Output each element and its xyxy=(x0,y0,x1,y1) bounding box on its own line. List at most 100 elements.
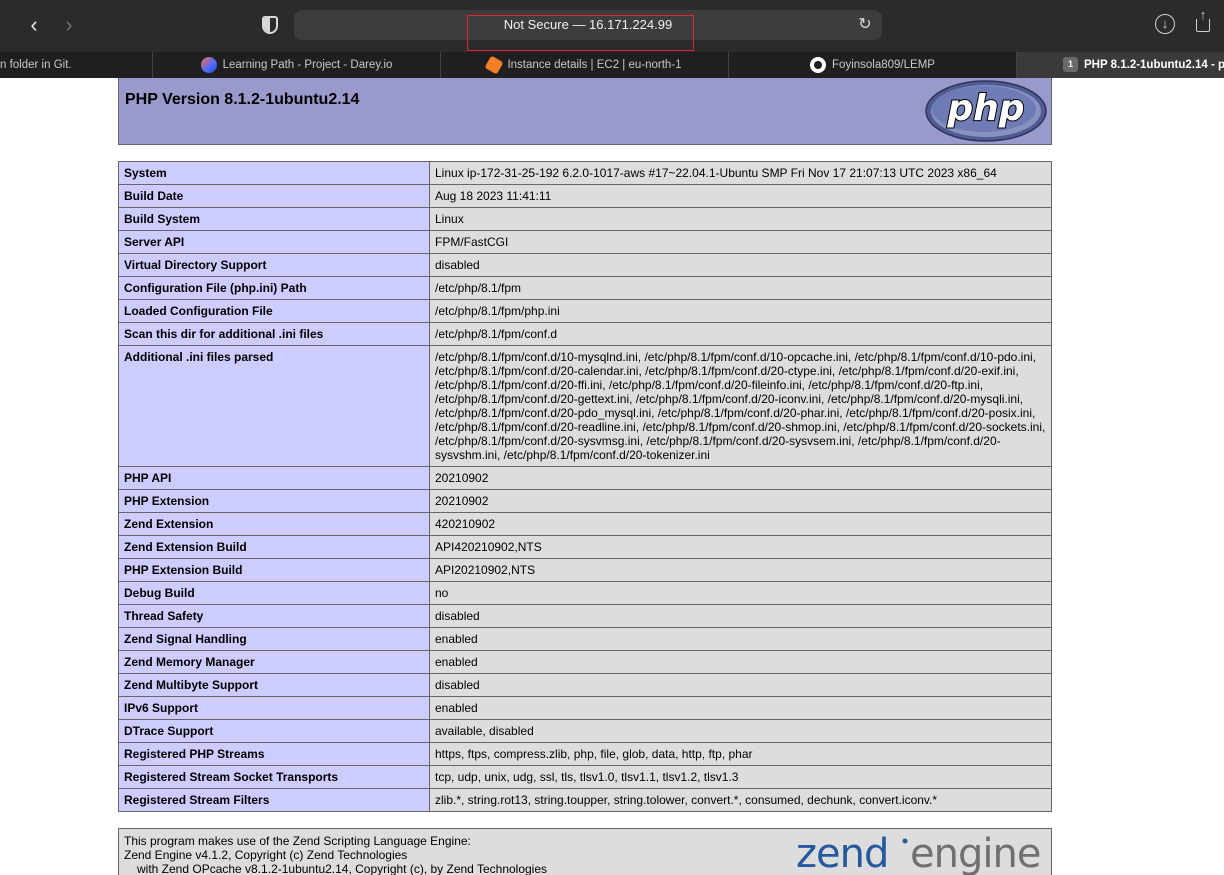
row-value: tcp, udp, unix, udg, ssl, tls, tlsv1.0, … xyxy=(429,765,1052,789)
row-key: Zend Signal Handling xyxy=(118,627,430,651)
row-key: Virtual Directory Support xyxy=(118,253,430,277)
row-value: disabled xyxy=(429,604,1052,628)
shield-icon[interactable] xyxy=(262,16,278,34)
row-key: Configuration File (php.ini) Path xyxy=(118,276,430,300)
row-value: enabled xyxy=(429,696,1052,720)
table-row: PHP Extension Build API20210902,NTS xyxy=(118,558,1052,582)
row-key: Zend Multibyte Support xyxy=(118,673,430,697)
share-icon[interactable]: ↑ xyxy=(1194,8,1212,34)
table-row: IPv6 Support enabled xyxy=(118,696,1052,720)
table-row: DTrace Support available, disabled xyxy=(118,719,1052,743)
tab-strip: n folder in Git. Learning Path - Project… xyxy=(0,52,1224,78)
table-row: Thread Safety disabled xyxy=(118,604,1052,628)
row-key: Debug Build xyxy=(118,581,430,605)
row-key: PHP API xyxy=(118,466,430,490)
php-logo[interactable]: php xyxy=(925,80,1047,142)
tab-git-folder[interactable]: n folder in Git. xyxy=(0,52,152,78)
row-value: API20210902,NTS xyxy=(429,558,1052,582)
row-key: Scan this dir for additional .ini files xyxy=(118,322,430,346)
table-row: System Linux ip-172-31-25-192 6.2.0-1017-… xyxy=(118,161,1052,185)
row-value: Aug 18 2023 11:41:11 xyxy=(429,184,1052,208)
zend-logo-dot xyxy=(902,838,908,844)
zend-credit-line: This program makes use of the Zend Scrip… xyxy=(124,834,471,848)
tab-title: Foyinsola809/LEMP xyxy=(832,59,935,71)
row-key: Zend Memory Manager xyxy=(118,650,430,674)
row-key: Registered PHP Streams xyxy=(118,742,430,766)
tab-title: n folder in Git. xyxy=(0,59,72,71)
tab-title: Instance details | EC2 | eu-north-1 xyxy=(507,59,682,71)
table-row: Zend Multibyte Support disabled xyxy=(118,673,1052,697)
tab-github-lemp[interactable]: Foyinsola809/LEMP xyxy=(728,52,1016,78)
row-key: Registered Stream Socket Transports xyxy=(118,765,430,789)
row-value: zlib.*, string.rot13, string.toupper, st… xyxy=(429,788,1052,812)
phpinfo-table: System Linux ip-172-31-25-192 6.2.0-1017-… xyxy=(118,161,1052,812)
table-row: Zend Extension 420210902 xyxy=(118,512,1052,536)
github-favicon-icon xyxy=(810,57,827,73)
reload-icon[interactable]: ↻ xyxy=(857,15,873,35)
download-icon[interactable]: ↓ xyxy=(1155,14,1175,34)
row-value: /etc/php/8.1/fpm/conf.d xyxy=(429,322,1052,346)
tab-title: PHP 8.1.2-1ubuntu2.14 - phpinfo() xyxy=(1084,59,1224,71)
zend-logo-word: engine xyxy=(910,831,1040,875)
table-row: Build Date Aug 18 2023 11:41:11 xyxy=(118,184,1052,208)
tab-ec2-instance-details[interactable]: Instance details | EC2 | eu-north-1 xyxy=(440,52,728,78)
row-value: /etc/php/8.1/fpm/conf.d/10-mysqlnd.ini, … xyxy=(429,345,1052,467)
row-key: PHP Extension Build xyxy=(118,558,430,582)
url-highlight-annotation xyxy=(467,15,694,51)
row-value: disabled xyxy=(429,673,1052,697)
row-value: 20210902 xyxy=(429,489,1052,513)
zend-logo-word: zend xyxy=(796,831,888,875)
zend-credits: This program makes use of the Zend Scrip… xyxy=(124,834,547,875)
row-key: Build Date xyxy=(118,184,430,208)
row-value: 420210902 xyxy=(429,512,1052,536)
row-key: System xyxy=(118,161,430,185)
forward-chevron-icon[interactable]: › xyxy=(57,12,81,38)
table-row: Zend Signal Handling enabled xyxy=(118,627,1052,651)
table-row: Additional .ini files parsed/etc/php/8.1… xyxy=(118,345,1052,467)
table-row: Debug Build no xyxy=(118,581,1052,605)
table-row: Build System Linux xyxy=(118,207,1052,231)
php-logo-text: php xyxy=(946,88,1024,129)
row-key: Thread Safety xyxy=(118,604,430,628)
table-row: PHP Extension 20210902 xyxy=(118,489,1052,513)
row-value: disabled xyxy=(429,253,1052,277)
phpinfo-header: PHP Version 8.1.2-1ubuntu2.14 php xyxy=(118,78,1052,145)
row-value: no xyxy=(429,581,1052,605)
table-row: Zend Extension Build API420210902,NTS xyxy=(118,535,1052,559)
row-key: Additional .ini files parsed xyxy=(118,345,430,467)
darey-favicon-icon xyxy=(200,57,217,73)
tab-title: Learning Path - Project - Darey.io xyxy=(222,59,393,71)
row-key: Zend Extension Build xyxy=(118,535,430,559)
table-row: Scan this dir for additional .ini files /… xyxy=(118,322,1052,346)
row-key: Build System xyxy=(118,207,430,231)
tab-phpinfo-active[interactable]: 1 PHP 8.1.2-1ubuntu2.14 - phpinfo() xyxy=(1016,52,1224,78)
zend-credit-line: with Zend OPcache v8.1.2-1ubuntu2.14, Co… xyxy=(137,862,548,875)
table-row: Zend Memory Manager enabled xyxy=(118,650,1052,674)
row-key: Loaded Configuration File xyxy=(118,299,430,323)
table-row: Registered PHP Streams https, ftps, compr… xyxy=(118,742,1052,766)
row-key: Zend Extension xyxy=(118,512,430,536)
tab-number-badge: 1 xyxy=(1063,57,1078,72)
table-row: Configuration File (php.ini) Path/etc/ph… xyxy=(118,276,1052,300)
row-value: 20210902 xyxy=(429,466,1052,490)
table-row: Registered Stream Filters zlib.*, string.… xyxy=(118,788,1052,812)
row-value: available, disabled xyxy=(429,719,1052,743)
row-value: API420210902,NTS xyxy=(429,535,1052,559)
row-value: Linux ip-172-31-25-192 6.2.0-1017-aws #1… xyxy=(429,161,1052,185)
page-title: PHP Version 8.1.2-1ubuntu2.14 xyxy=(125,91,360,108)
table-row: Registered Stream Socket Transports tcp, … xyxy=(118,765,1052,789)
zend-engine-box: This program makes use of the Zend Scrip… xyxy=(118,828,1052,875)
tab-darey-learning-path[interactable]: Learning Path - Project - Darey.io xyxy=(152,52,440,78)
back-chevron-icon[interactable]: ‹ xyxy=(22,12,46,38)
row-key: Server API xyxy=(118,230,430,254)
table-row: Virtual Directory Support disabled xyxy=(118,253,1052,277)
row-key: PHP Extension xyxy=(118,489,430,513)
row-key: Registered Stream Filters xyxy=(118,788,430,812)
table-row: Loaded Configuration File/etc/php/8.1/fp… xyxy=(118,299,1052,323)
row-value: FPM/FastCGI xyxy=(429,230,1052,254)
row-key: IPv6 Support xyxy=(118,696,430,720)
row-key: DTrace Support xyxy=(118,719,430,743)
row-value: https, ftps, compress.zlib, php, file, g… xyxy=(429,742,1052,766)
row-value: enabled xyxy=(429,627,1052,651)
zend-engine-logo[interactable]: zend engine xyxy=(796,829,1048,875)
